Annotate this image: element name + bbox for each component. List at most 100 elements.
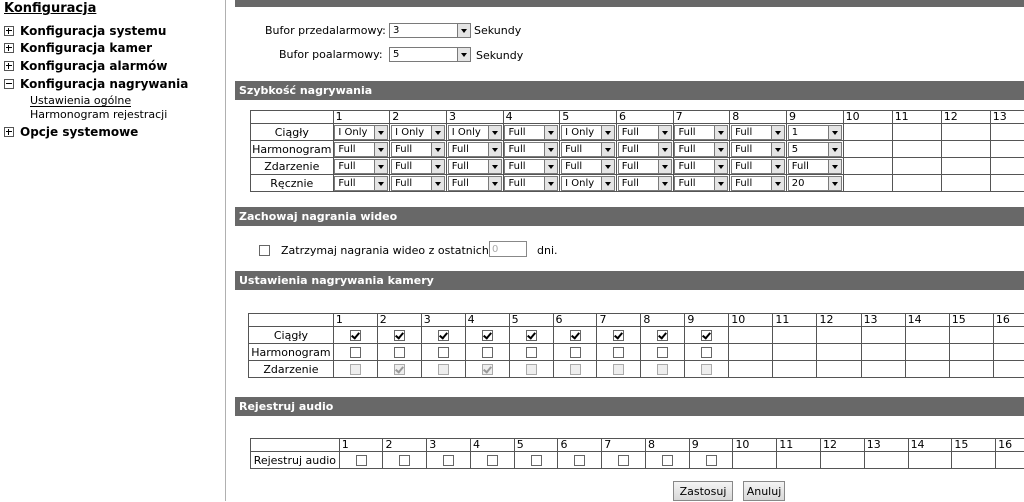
dropdown-arrow-icon[interactable]	[431, 143, 444, 156]
tree-item-system-config[interactable]: Konfiguracja systemu	[4, 24, 166, 38]
camera-recording-checkbox[interactable]	[701, 347, 712, 358]
dropdown-arrow-icon[interactable]	[658, 160, 671, 173]
tree-item-label[interactable]: Konfiguracja systemu	[20, 24, 166, 38]
dropdown-arrow-icon[interactable]	[374, 160, 387, 173]
speed-select[interactable]: Full	[334, 159, 388, 174]
camera-recording-checkbox[interactable]	[613, 330, 624, 341]
audio-recording-checkbox[interactable]	[399, 455, 410, 466]
camera-recording-checkbox[interactable]	[570, 347, 581, 358]
dropdown-arrow-icon[interactable]	[714, 160, 727, 173]
speed-select[interactable]: Full	[674, 142, 728, 157]
dropdown-arrow-icon[interactable]	[828, 126, 841, 139]
speed-select[interactable]: Full	[674, 176, 728, 191]
camera-recording-checkbox[interactable]	[570, 330, 581, 341]
audio-recording-checkbox[interactable]	[574, 455, 585, 466]
camera-recording-checkbox[interactable]	[526, 330, 537, 341]
speed-select[interactable]: Full	[674, 125, 728, 140]
post-alarm-buffer-select[interactable]: 5	[389, 47, 471, 62]
dropdown-arrow-icon[interactable]	[544, 126, 557, 139]
dropdown-arrow-icon[interactable]	[544, 143, 557, 156]
speed-select[interactable]: Full	[731, 125, 785, 140]
speed-select[interactable]: Full	[561, 159, 615, 174]
speed-select[interactable]: Full	[731, 176, 785, 191]
dropdown-arrow-icon[interactable]	[431, 160, 444, 173]
apply-button[interactable]: Zastosuj	[673, 481, 733, 501]
speed-select[interactable]: Full	[674, 159, 728, 174]
camera-recording-checkbox[interactable]	[701, 330, 712, 341]
dropdown-arrow-icon[interactable]	[828, 177, 841, 190]
camera-recording-checkbox[interactable]	[350, 347, 361, 358]
dropdown-arrow-icon[interactable]	[771, 126, 784, 139]
speed-select[interactable]: Full	[561, 142, 615, 157]
dropdown-arrow-icon[interactable]	[601, 126, 614, 139]
camera-recording-checkbox[interactable]	[613, 347, 624, 358]
audio-recording-checkbox[interactable]	[618, 455, 629, 466]
dropdown-arrow-icon[interactable]	[488, 160, 501, 173]
speed-select[interactable]: Full	[504, 176, 558, 191]
dropdown-arrow-icon[interactable]	[714, 177, 727, 190]
speed-select[interactable]: Full	[334, 142, 388, 157]
expand-plus-icon[interactable]	[4, 43, 14, 53]
keep-days-input[interactable]: 0	[489, 241, 527, 257]
camera-recording-checkbox[interactable]	[394, 347, 405, 358]
tree-item-label[interactable]: Opcje systemowe	[20, 125, 138, 139]
camera-recording-checkbox[interactable]	[438, 330, 449, 341]
audio-recording-checkbox[interactable]	[356, 455, 367, 466]
speed-select[interactable]: Full	[334, 176, 388, 191]
speed-select[interactable]: I Only	[391, 125, 445, 140]
dropdown-arrow-icon[interactable]	[488, 143, 501, 156]
audio-recording-checkbox[interactable]	[487, 455, 498, 466]
dropdown-arrow-icon[interactable]	[374, 143, 387, 156]
dropdown-arrow-icon[interactable]	[488, 177, 501, 190]
tree-item-camera-config[interactable]: Konfiguracja kamer	[4, 41, 152, 55]
dropdown-arrow-icon[interactable]	[457, 24, 470, 37]
speed-select[interactable]: I Only	[561, 176, 615, 191]
speed-select[interactable]: Full	[504, 159, 558, 174]
speed-select[interactable]: Full	[618, 176, 672, 191]
dropdown-arrow-icon[interactable]	[658, 126, 671, 139]
speed-select[interactable]: Full	[731, 142, 785, 157]
dropdown-arrow-icon[interactable]	[431, 126, 444, 139]
dropdown-arrow-icon[interactable]	[828, 143, 841, 156]
dropdown-arrow-icon[interactable]	[601, 177, 614, 190]
audio-recording-checkbox[interactable]	[443, 455, 454, 466]
tree-item-system-options[interactable]: Opcje systemowe	[4, 125, 138, 139]
camera-recording-checkbox[interactable]	[482, 330, 493, 341]
dropdown-arrow-icon[interactable]	[658, 177, 671, 190]
expand-plus-icon[interactable]	[4, 61, 14, 71]
camera-recording-checkbox[interactable]	[482, 347, 493, 358]
dropdown-arrow-icon[interactable]	[771, 160, 784, 173]
camera-recording-checkbox[interactable]	[394, 330, 405, 341]
speed-select[interactable]: Full	[504, 125, 558, 140]
camera-recording-checkbox[interactable]	[350, 330, 361, 341]
speed-select[interactable]: Full	[391, 159, 445, 174]
speed-select[interactable]: Full	[618, 125, 672, 140]
dropdown-arrow-icon[interactable]	[374, 126, 387, 139]
tree-item-label[interactable]: Konfiguracja alarmów	[20, 59, 167, 73]
dropdown-arrow-icon[interactable]	[771, 143, 784, 156]
pre-alarm-buffer-select[interactable]: 3	[389, 23, 471, 38]
tree-item-alarm-config[interactable]: Konfiguracja alarmów	[4, 59, 167, 73]
speed-select[interactable]: Full	[504, 142, 558, 157]
dropdown-arrow-icon[interactable]	[544, 177, 557, 190]
dropdown-arrow-icon[interactable]	[488, 126, 501, 139]
speed-select[interactable]: Full	[391, 176, 445, 191]
speed-select[interactable]: I Only	[334, 125, 388, 140]
speed-select[interactable]: I Only	[561, 125, 615, 140]
dropdown-arrow-icon[interactable]	[714, 126, 727, 139]
speed-select[interactable]: Full	[448, 159, 502, 174]
audio-recording-checkbox[interactable]	[531, 455, 542, 466]
camera-recording-checkbox[interactable]	[438, 347, 449, 358]
dropdown-arrow-icon[interactable]	[431, 177, 444, 190]
tree-item-label[interactable]: Konfiguracja kamer	[20, 41, 152, 55]
dropdown-arrow-icon[interactable]	[601, 160, 614, 173]
speed-select[interactable]: Full	[788, 159, 842, 174]
camera-recording-checkbox[interactable]	[657, 330, 668, 341]
dropdown-arrow-icon[interactable]	[457, 48, 470, 61]
camera-recording-checkbox[interactable]	[657, 347, 668, 358]
expand-plus-icon[interactable]	[4, 26, 14, 36]
tree-item-label[interactable]: Konfiguracja nagrywania	[20, 77, 188, 91]
tree-item-recording-config[interactable]: Konfiguracja nagrywania	[4, 77, 188, 91]
dropdown-arrow-icon[interactable]	[714, 143, 727, 156]
speed-select[interactable]: Full	[618, 159, 672, 174]
